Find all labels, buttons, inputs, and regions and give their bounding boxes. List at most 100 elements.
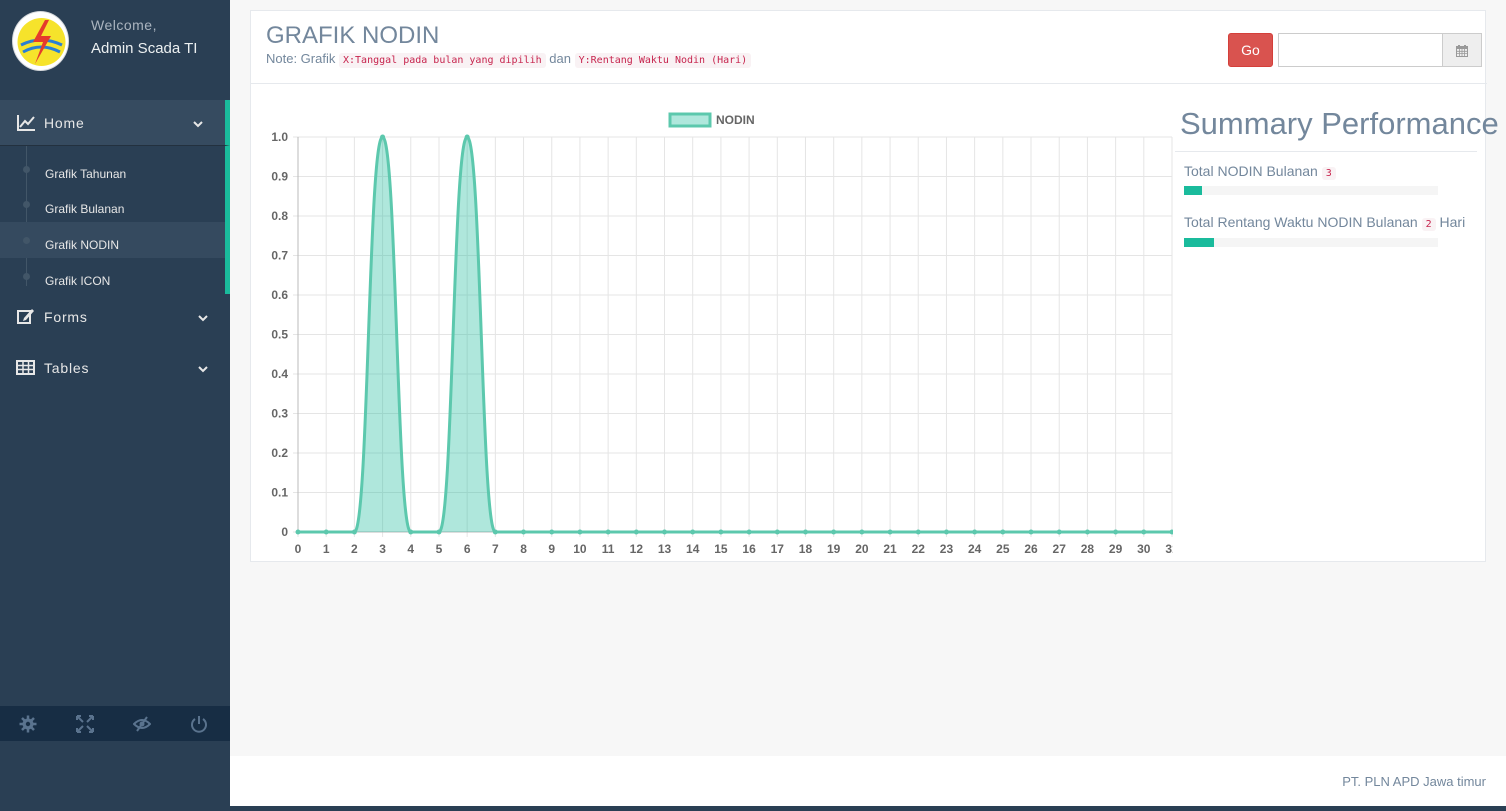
- sidebar-footer: [0, 706, 230, 741]
- bullet-icon: [23, 166, 30, 173]
- data-point: [605, 529, 611, 535]
- note-prefix: Note: Grafik: [266, 51, 336, 66]
- data-point: [915, 529, 921, 535]
- y-tick-label: 1.0: [271, 130, 288, 144]
- data-point: [662, 529, 668, 535]
- profile: Welcome, Admin Scada TI: [0, 0, 230, 100]
- data-point: [1056, 529, 1062, 535]
- submenu-grafik-bulanan[interactable]: Grafik Bulanan: [0, 186, 225, 222]
- x-tick-label: 4: [407, 542, 414, 556]
- data-point: [351, 529, 357, 535]
- x-tick-label: 16: [742, 542, 756, 556]
- submenu-label: Grafik Bulanan: [45, 202, 125, 216]
- data-point: [1028, 529, 1034, 535]
- submenu-grafik-icon[interactable]: Grafik ICON: [0, 258, 225, 294]
- date-input[interactable]: [1278, 33, 1443, 67]
- stat-total-nodin: Total NODIN Bulanan 3: [1184, 163, 1336, 180]
- x-tick-label: 8: [520, 542, 527, 556]
- legend-swatch: [668, 112, 712, 128]
- calendar-button[interactable]: [1442, 33, 1482, 67]
- data-point: [859, 529, 865, 535]
- y-tick-label: 0.5: [271, 328, 288, 342]
- submenu-grafik-tahunan[interactable]: Grafik Tahunan: [0, 151, 225, 187]
- submenu-label: Grafik Tahunan: [45, 167, 127, 181]
- user-name: Admin Scada TI: [91, 40, 198, 57]
- chart-legend: NODIN: [668, 112, 755, 128]
- submenu-grafik-nodin[interactable]: Grafik NODIN: [0, 222, 225, 258]
- sidebar: Welcome, Admin Scada TI Home Grafik Tahu…: [0, 0, 230, 811]
- menu-home[interactable]: Home: [0, 100, 230, 146]
- y-axis: 0 0.1 0.2 0.3 0.4 0.5 0.6 0.7 0.8 0.9 1.0: [271, 130, 288, 539]
- fullscreen-button[interactable]: [57, 706, 114, 741]
- progress-total-rentang: [1184, 238, 1438, 247]
- menu-tables[interactable]: Tables: [0, 345, 230, 391]
- y-tick-label: 0.4: [271, 367, 288, 381]
- table-icon: [16, 358, 36, 378]
- data-point: [1141, 529, 1147, 535]
- stat-value: 2: [1421, 218, 1436, 231]
- menu-home-label: Home: [44, 115, 85, 131]
- bullet-icon: [23, 237, 30, 244]
- data-point: [972, 529, 978, 535]
- power-icon: [191, 716, 207, 733]
- x-tick-label: 0: [295, 542, 302, 556]
- y-tick-label: 0.7: [271, 249, 288, 263]
- stat-label: Total Rentang Waktu NODIN Bulanan: [1184, 214, 1418, 230]
- data-point: [380, 134, 386, 140]
- data-point: [802, 529, 808, 535]
- chevron-down-icon: [193, 116, 203, 128]
- x-tick-label: 15: [714, 542, 728, 556]
- gear-icon: [19, 715, 37, 733]
- line-chart-icon: [16, 113, 36, 133]
- y-tick-label: 0.1: [271, 486, 288, 500]
- progress-fill: [1184, 186, 1202, 195]
- y-tick-label: 0.2: [271, 446, 288, 460]
- page-footer: PT. PLN APD Jawa timur: [230, 756, 1506, 806]
- summary-divider: [1175, 151, 1477, 152]
- lock-button[interactable]: [114, 706, 171, 741]
- data-point: [831, 529, 837, 535]
- nodin-chart: 0 1 2 3 4 5 6 7 8 9 10 11 12 13 14 15 16 17 18 19 20 21 22 23 24…: [271, 112, 1173, 556]
- pln-logo-icon: [12, 11, 69, 71]
- x-tick-label: 11: [602, 542, 615, 556]
- menu-forms[interactable]: Forms: [0, 294, 230, 340]
- menu-tables-label: Tables: [44, 360, 90, 376]
- summary-title: Summary Performance: [1180, 106, 1499, 141]
- eye-slash-icon: [133, 716, 151, 732]
- go-button[interactable]: Go: [1228, 33, 1273, 67]
- welcome-label: Welcome,: [91, 17, 157, 33]
- main-content: GRAFIK NODIN Note: Grafik X:Tanggal pada…: [230, 0, 1506, 756]
- chart-grid: [293, 136, 1173, 537]
- x-tick-label: 22: [912, 542, 926, 556]
- stat-total-rentang: Total Rentang Waktu NODIN Bulanan 2 Hari: [1184, 214, 1465, 231]
- x-tick-label: 18: [799, 542, 813, 556]
- page-title: GRAFIK NODIN: [266, 22, 440, 49]
- chevron-down-icon: [198, 361, 208, 373]
- legend-label: NODIN: [716, 113, 755, 127]
- x-tick-label: 7: [492, 542, 499, 556]
- submenu-label: Grafik NODIN: [45, 238, 120, 252]
- footer-text: PT. PLN APD Jawa timur: [1342, 774, 1486, 789]
- calendar-icon: [1456, 45, 1468, 57]
- x-tick-label: 21: [883, 542, 897, 556]
- y-tick-label: 0.3: [271, 407, 288, 421]
- settings-button[interactable]: [0, 706, 57, 741]
- data-point: [887, 529, 893, 535]
- bullet-icon: [23, 201, 30, 208]
- x-tick-label: 28: [1081, 542, 1095, 556]
- y-tick-label: 0.8: [271, 209, 288, 223]
- data-point: [521, 529, 527, 535]
- data-point: [943, 529, 949, 535]
- x-tick-label: 26: [1024, 542, 1038, 556]
- x-tick-label: 23: [940, 542, 954, 556]
- data-point: [549, 529, 555, 535]
- data-point: [436, 529, 442, 535]
- data-point: [1169, 529, 1173, 535]
- data-point: [492, 529, 498, 535]
- logout-button[interactable]: [171, 706, 228, 741]
- chart-note: Note: Grafik X:Tanggal pada bulan yang d…: [266, 51, 752, 68]
- note-x-axis: X:Tanggal pada bulan yang dipilih: [338, 53, 546, 68]
- x-tick-label: 20: [855, 542, 869, 556]
- y-tick-label: 0.6: [271, 288, 288, 302]
- data-point: [577, 529, 583, 535]
